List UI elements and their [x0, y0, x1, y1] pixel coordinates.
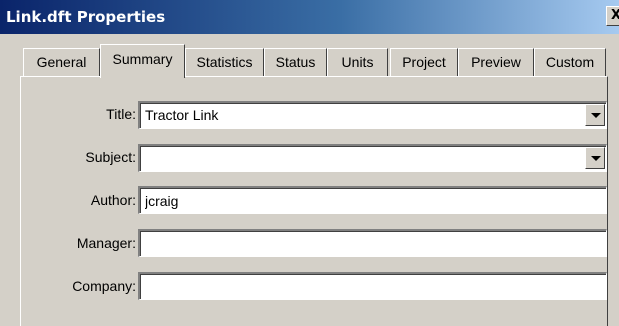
tab-general[interactable]: General: [23, 48, 100, 76]
manager-field[interactable]: [138, 229, 607, 257]
tab-status[interactable]: Status: [264, 48, 327, 76]
tab-strip: General Summary Statistics Status Units …: [0, 44, 619, 78]
company-label: Company:: [72, 278, 136, 294]
company-field[interactable]: [138, 272, 607, 300]
chevron-down-icon: [591, 113, 601, 118]
author-label: Author:: [90, 192, 136, 208]
subject-combo[interactable]: [138, 144, 607, 172]
tab-statistics[interactable]: Statistics: [185, 48, 264, 76]
subject-dropdown-button[interactable]: [585, 147, 605, 169]
subject-label: Subject:: [85, 149, 136, 165]
title-dropdown-button[interactable]: [585, 104, 605, 126]
window-title: Link.dft Properties: [6, 8, 166, 26]
close-icon[interactable]: X: [606, 6, 619, 26]
tab-units[interactable]: Units: [327, 48, 388, 76]
tab-custom[interactable]: Custom: [534, 48, 606, 76]
tab-summary[interactable]: Summary: [100, 44, 185, 78]
title-bar: Link.dft Properties X: [0, 0, 619, 34]
summary-panel: Title: Tractor Link Subject: Author: Man…: [20, 76, 608, 326]
title-combo[interactable]: Tractor Link: [138, 101, 607, 129]
tab-project[interactable]: Project: [390, 48, 458, 76]
tab-preview[interactable]: Preview: [458, 48, 534, 76]
chevron-down-icon: [591, 156, 601, 161]
title-value: Tractor Link: [145, 107, 219, 123]
title-label: Title:: [106, 106, 136, 122]
manager-label: Manager:: [76, 235, 136, 251]
author-field[interactable]: [138, 186, 607, 214]
